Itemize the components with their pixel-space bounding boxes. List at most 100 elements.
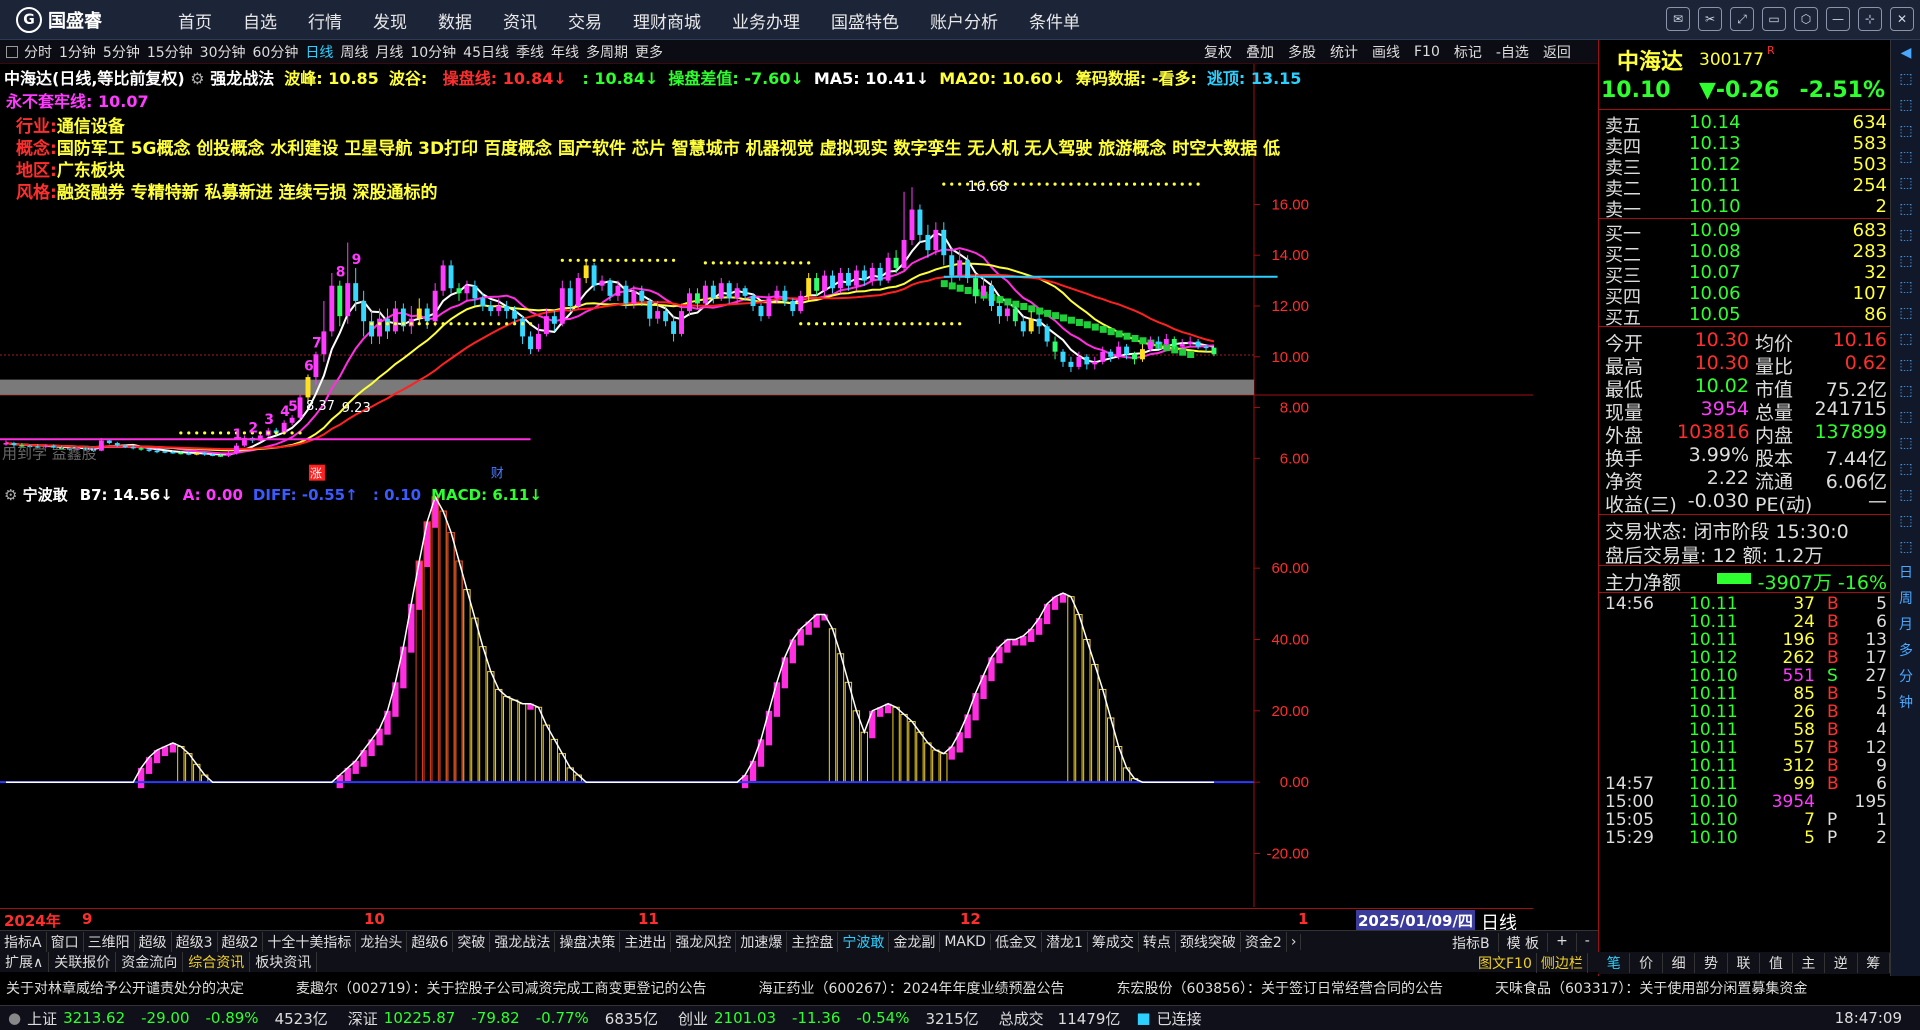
quote-tab[interactable]: 筹	[1858, 953, 1890, 973]
nav-item[interactable]: 国盛特色	[831, 8, 899, 33]
nav-item[interactable]: 账户分析	[930, 8, 998, 33]
sidebar-tool-icon[interactable]: ⬚	[1891, 326, 1920, 352]
news-item[interactable]: 麦趣尔（002719）：关于控股子公司减资完成工商变更登记的公告	[296, 978, 706, 998]
period-9[interactable]: 10分钟	[410, 42, 456, 62]
chart-tool-button[interactable]: 返回	[1543, 42, 1571, 62]
indicator-tab[interactable]: 低金叉	[991, 931, 1042, 952]
period-0[interactable]: 分时	[24, 42, 52, 62]
tab-right-button[interactable]: +	[1548, 933, 1577, 953]
sidebar-tool-icon[interactable]: 周	[1891, 586, 1920, 612]
skin-icon[interactable]: ⬡	[1794, 7, 1818, 31]
msg-icon[interactable]: ✉	[1666, 7, 1690, 31]
period-2[interactable]: 5分钟	[103, 42, 140, 62]
minimize-icon[interactable]: —	[1826, 7, 1850, 31]
sidebar-tool-icon[interactable]: 日	[1891, 560, 1920, 586]
sidebar-tool-icon[interactable]: ⬚	[1891, 482, 1920, 508]
sidebar-tool-icon[interactable]: ⬚	[1891, 66, 1920, 92]
indicator-tab[interactable]: 指标A	[0, 931, 47, 952]
sidebar-tool-icon[interactable]: ⬚	[1891, 404, 1920, 430]
chart-tool-button[interactable]: F10	[1414, 44, 1440, 60]
news-item[interactable]: 关于对林章威给予公开谴责处分的决定	[6, 978, 244, 998]
indicator-tab[interactable]: 十全十美指标	[263, 931, 357, 952]
sidebar-tool-icon[interactable]: 多	[1891, 638, 1920, 664]
news-item[interactable]: 天味食品（603317）：关于使用部分闲置募集资金	[1495, 978, 1807, 998]
quote-tab[interactable]: 细	[1663, 953, 1696, 973]
indicator-tab[interactable]: 加速爆	[736, 931, 788, 952]
ask-row[interactable]: 卖二 10.11 254	[1605, 175, 1887, 200]
chart-tool-button[interactable]: 多股	[1288, 42, 1316, 62]
ask-row[interactable]: 卖四 10.13 583	[1605, 133, 1887, 158]
period-12[interactable]: 年线	[551, 42, 579, 62]
sidebar-tool-icon[interactable]: ⬚	[1891, 508, 1920, 534]
indicator-tab[interactable]: MAKD	[940, 933, 991, 950]
sidebar-tool-icon[interactable]: ⬚	[1891, 378, 1920, 404]
ask-row[interactable]: 卖五 10.14 634	[1605, 112, 1887, 137]
nav-item[interactable]: 自选	[243, 8, 277, 33]
period-4[interactable]: 30分钟	[200, 42, 246, 62]
restore-icon[interactable]: ⊹	[1858, 7, 1882, 31]
info-tab-right[interactable]: 侧边栏	[1537, 953, 1588, 973]
info-tab-right[interactable]: 图文F10	[1474, 953, 1537, 973]
ask-row[interactable]: 卖一 10.10 2	[1605, 196, 1887, 221]
period-3[interactable]: 15分钟	[147, 42, 193, 62]
quote-tab[interactable]: 逆	[1825, 953, 1858, 973]
sidebar-tool-icon[interactable]: ⬚	[1891, 352, 1920, 378]
nav-item[interactable]: 业务办理	[732, 8, 800, 33]
nav-item[interactable]: 行情	[308, 8, 342, 33]
chart-tool-button[interactable]: 标记	[1454, 42, 1482, 62]
tabs-scroll-right-icon[interactable]: ›	[1287, 933, 1302, 950]
chart-tool-button[interactable]: -自选	[1496, 42, 1529, 62]
period-1[interactable]: 1分钟	[59, 42, 96, 62]
sidebar-tool-icon[interactable]: 月	[1891, 612, 1920, 638]
quote-tab[interactable]: 主	[1793, 953, 1826, 973]
indicator-tab[interactable]: 超级6	[407, 931, 454, 952]
indicator-tab[interactable]: 金龙副	[889, 931, 941, 952]
quote-tab[interactable]: 值	[1760, 953, 1793, 973]
sidebar-tool-icon[interactable]: ⬚	[1891, 300, 1920, 326]
info-tab[interactable]: 资金流向	[116, 952, 184, 972]
bid-row[interactable]: 买五 10.05 86	[1605, 304, 1887, 329]
sidebar-tool-icon[interactable]: ⬚	[1891, 274, 1920, 300]
indicator-tab[interactable]: 窗口	[47, 931, 84, 952]
info-tab[interactable]: 综合资讯	[183, 952, 251, 972]
indicator-tab[interactable]: 操盘决策	[555, 931, 621, 952]
screen-icon[interactable]: ▭	[1762, 7, 1786, 31]
period-10[interactable]: 45日线	[463, 42, 509, 62]
bid-row[interactable]: 买三 10.07 32	[1605, 262, 1887, 287]
sidebar-tool-icon[interactable]: 分	[1891, 664, 1920, 690]
indicator-tab[interactable]: 潜龙1	[1042, 931, 1088, 952]
indicator-tab[interactable]: 超级2	[218, 931, 264, 952]
period-6[interactable]: 日线	[305, 42, 333, 62]
period-13[interactable]: 多周期	[586, 42, 628, 62]
bid-row[interactable]: 买一 10.09 683	[1605, 220, 1887, 245]
fullscreen-icon[interactable]: ⤢	[1730, 7, 1754, 31]
nav-item[interactable]: 条件单	[1029, 8, 1080, 33]
indicator-tab[interactable]: 颈线突破	[1176, 931, 1241, 952]
app-logo[interactable]: G 国盛睿	[16, 7, 102, 33]
indicator-tab[interactable]: 超级3	[172, 931, 218, 952]
kline-chart[interactable]: 16.0014.0012.0010.008.006.0060.0040.0020…	[0, 64, 1533, 907]
sidebar-tool-icon[interactable]: ⬚	[1891, 534, 1920, 560]
sidebar-tool-icon[interactable]: ⬚	[1891, 144, 1920, 170]
info-tab[interactable]: 板块资讯	[250, 952, 318, 972]
ask-row[interactable]: 卖三 10.12 503	[1605, 154, 1887, 179]
indicator-tab[interactable]: 突破	[453, 931, 491, 952]
period-8[interactable]: 月线	[375, 42, 403, 62]
indicator-tab[interactable]: 三维阳	[84, 931, 135, 952]
tools-icon[interactable]: ✂	[1698, 7, 1722, 31]
chart-tool-button[interactable]: 统计	[1330, 42, 1358, 62]
indicator-tab[interactable]: 资金2	[1241, 931, 1287, 952]
nav-item[interactable]: 发现	[373, 8, 407, 33]
info-tab[interactable]: 关联报价	[49, 952, 117, 972]
close-icon[interactable]: ✕	[1890, 7, 1914, 31]
indicator-tab[interactable]: 强龙战法	[490, 931, 556, 952]
period-7[interactable]: 周线	[340, 42, 368, 62]
quote-tab[interactable]: 笔	[1598, 953, 1631, 973]
indicator-tab[interactable]: 强龙风控	[671, 931, 737, 952]
indicator-tab[interactable]: 转点	[1139, 931, 1176, 952]
nav-item[interactable]: 交易	[568, 8, 602, 33]
nav-item[interactable]: 首页	[178, 8, 212, 33]
indicator-tab[interactable]: 主控盘	[787, 931, 839, 952]
bid-row[interactable]: 买二 10.08 283	[1605, 241, 1887, 266]
period-5[interactable]: 60分钟	[253, 42, 299, 62]
